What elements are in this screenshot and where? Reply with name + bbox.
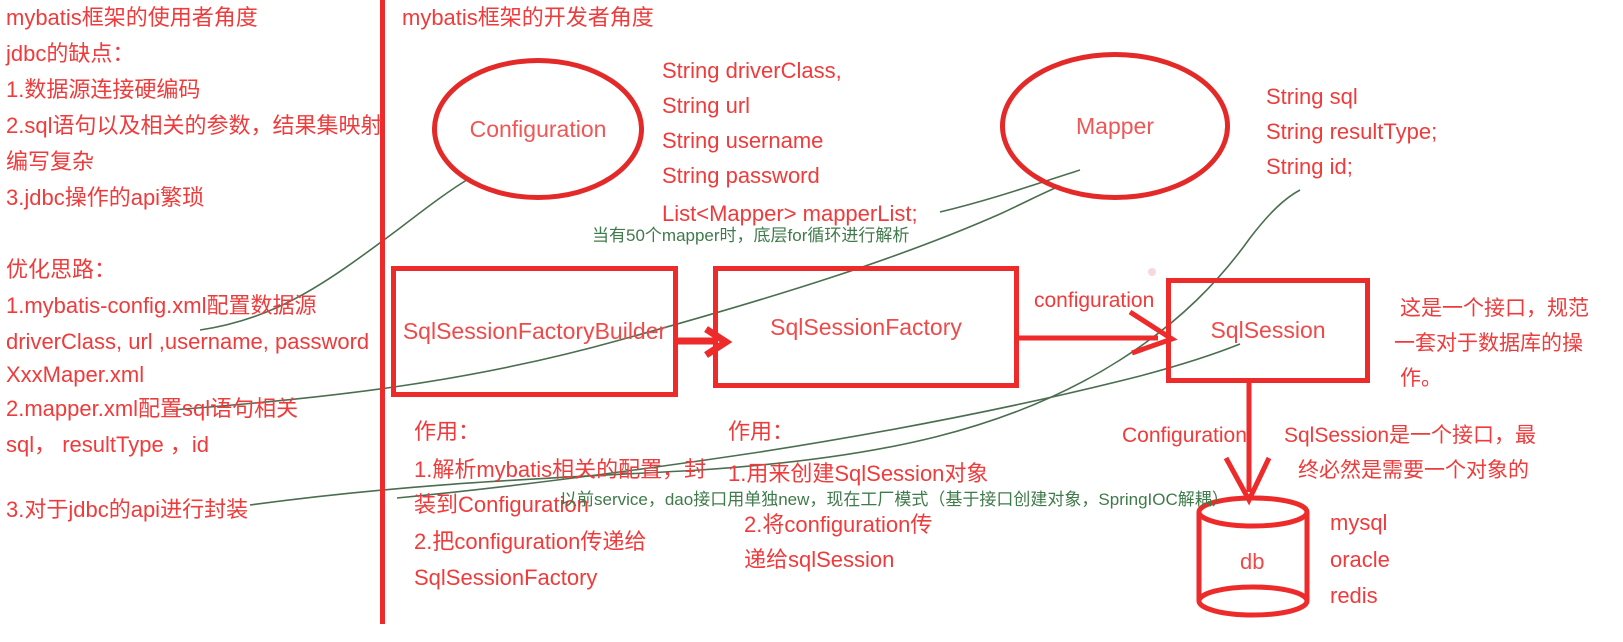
db-cylinder-label: db xyxy=(1240,549,1265,574)
sqlsessionfactory-label: SqlSessionFactory xyxy=(770,313,962,340)
factory-note-line-1: 1.用来创建SqlSession对象 xyxy=(728,461,989,486)
left-optimize-line-2: driverClass, url ,username, password xyxy=(6,329,370,354)
left-optimize-line-4: 2.mapper.xml配置sql语句相关 xyxy=(6,396,299,421)
left-encapsulate-line: 3.对于jdbc的api进行封装 xyxy=(6,497,249,522)
left-jdbc-line-4: 3.jdbc操作的api繁琐 xyxy=(6,185,205,210)
configuration-field-password: String password xyxy=(662,163,820,188)
sqlsession-note-line-1: 这是一个接口，规范 xyxy=(1400,297,1589,320)
sqlsession-node[interactable]: SqlSession xyxy=(1166,278,1370,383)
builder-note-title: 作用： xyxy=(414,419,481,444)
db-type-redis: redis xyxy=(1330,583,1378,608)
arrow-label-configuration: configuration xyxy=(1034,289,1155,312)
configuration-field-url: String url xyxy=(662,93,751,118)
green-annotation-mapper-loop: 当有50个mapper时，底层for循环进行解析 xyxy=(592,226,910,245)
left-jdbc-line-2: 2.sql语句以及相关的参数，结果集映射 xyxy=(6,113,383,138)
configuration-field-username: String username xyxy=(662,128,824,153)
factory-note-line-3: 递给sqlSession xyxy=(744,547,895,572)
mapper-field-sql: String sql xyxy=(1266,84,1358,109)
mapper-node[interactable]: Mapper xyxy=(1000,52,1230,200)
configuration-field-driverclass: String driverClass, xyxy=(662,58,842,83)
sqlsessionfactorybuilder-node[interactable]: SqlSessionFactoryBuilder xyxy=(391,266,678,397)
builder-note-line-3: 2.把configuration传递给 xyxy=(414,529,647,554)
left-optimize-line-5: sql， resultType ，id xyxy=(6,432,209,457)
left-optimize-title: 优化思路： xyxy=(6,257,117,282)
artifact-dot xyxy=(1148,268,1156,276)
panel-divider xyxy=(380,0,385,624)
builder-note-line-4: SqlSessionFactory xyxy=(414,565,598,590)
sqlsessionfactory-node[interactable]: SqlSessionFactory xyxy=(713,266,1019,388)
mapper-field-resulttype: String resultType; xyxy=(1266,119,1438,144)
db-type-mysql: mysql xyxy=(1330,510,1388,535)
configuration-node-label: Configuration xyxy=(469,115,607,142)
green-annotation-factory-pattern: 以前service，dao接口用单独new，现在工厂模式（基于接口创建对象，Sp… xyxy=(560,490,1229,509)
sqlsession-note-line-2: 一套对于数据库的操 xyxy=(1394,332,1583,355)
sqlsession-interface-note-line-1: SqlSession是一个接口，最 xyxy=(1284,424,1537,447)
factory-note-title: 作用： xyxy=(728,419,795,444)
right-panel-heading: mybatis框架的开发者角度 xyxy=(402,5,654,30)
builder-note-line-1: 1.解析mybatis相关的配置，封 xyxy=(414,457,707,482)
sqlsession-note-line-3: 作。 xyxy=(1400,367,1442,390)
left-optimize-line-3: XxxMaper.xml xyxy=(6,362,145,387)
left-jdbc-title: jdbc的缺点： xyxy=(6,41,135,66)
sqlsession-label: SqlSession xyxy=(1210,317,1326,343)
left-optimize-line-1: 1.mybatis-config.xml配置数据源 xyxy=(6,293,317,318)
left-panel-heading: mybatis框架的使用者角度 xyxy=(6,5,258,30)
mapper-field-id: String id; xyxy=(1266,154,1353,179)
left-jdbc-line-1: 1.数据源连接硬编码 xyxy=(6,77,201,102)
configuration-node[interactable]: Configuration xyxy=(432,58,644,200)
mapper-node-label: Mapper xyxy=(1076,112,1154,139)
left-jdbc-line-3: 编写复杂 xyxy=(6,149,95,174)
factory-note-line-2: 2.将configuration传 xyxy=(744,512,933,537)
whiteboard-diagram: mybatis框架的使用者角度 jdbc的缺点： 1.数据源连接硬编码 2.sq… xyxy=(0,0,1623,642)
db-type-oracle: oracle xyxy=(1330,547,1390,572)
arrow-factory-to-session xyxy=(1018,309,1178,356)
arrow-label-configuration-down: Configuration xyxy=(1122,424,1247,447)
sqlsessionfactorybuilder-label: SqlSessionFactoryBuilder xyxy=(402,318,667,344)
sqlsession-interface-note-line-2: 终必然是需要一个对象的 xyxy=(1298,459,1529,482)
